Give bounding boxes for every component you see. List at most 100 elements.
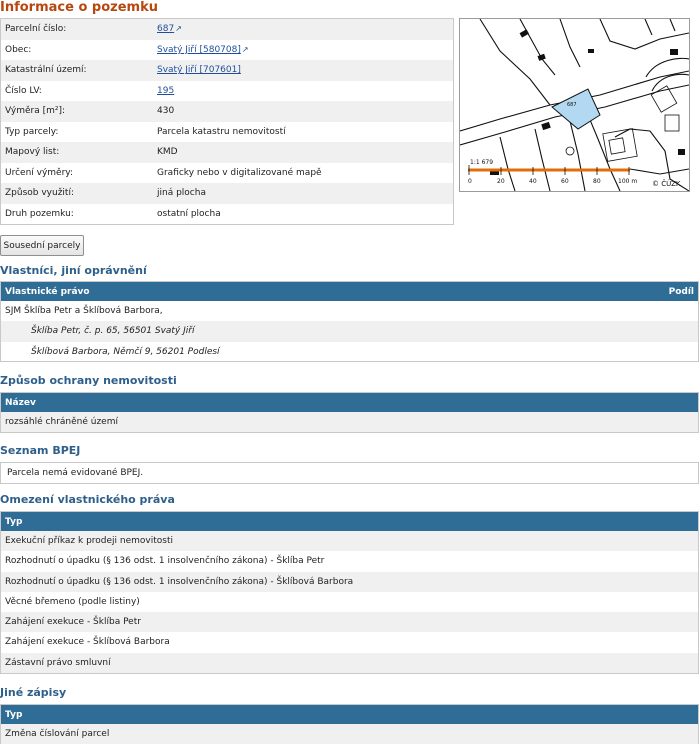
- table-header: Vlastnické právo Podíl: [1, 282, 698, 301]
- column-header-share: Podíl: [668, 286, 694, 297]
- info-label: Mapový list:: [5, 147, 60, 158]
- cadastral-map-thumbnail[interactable]: 687 1:1 679 0 20 40 60 80 100 m © ČÚZK: [459, 18, 690, 192]
- info-value: Parcela katastru nemovitostí: [157, 126, 286, 137]
- page-title: Informace o pozemku: [0, 0, 158, 15]
- restrictions-table: Typ Exekuční příkaz k prodeji nemovitost…: [0, 511, 699, 674]
- table-row: Šklíba Petr, č. p. 65, 56501 Svatý Jiří: [1, 321, 698, 342]
- table-row: Zástavní právo smluvní: [1, 652, 698, 673]
- other-entries-section-title: Jiné zápisy: [0, 686, 67, 699]
- info-row-cadastral-area: Katastrální území: Svatý Jiří [707601]: [1, 60, 453, 81]
- map-boundary-line: [519, 19, 556, 76]
- info-label: Katastrální území:: [5, 65, 87, 76]
- info-label: Druh pozemku:: [5, 208, 74, 219]
- map-scale-ratio: 1:1 679: [470, 159, 493, 166]
- table-row: Rozhodnutí o úpadku (§ 136 odst. 1 insol…: [1, 571, 698, 592]
- map-building: [541, 121, 551, 131]
- info-row-land-type: Druh pozemku: ostatní plocha: [1, 204, 453, 225]
- map-boundary-line: [534, 128, 551, 191]
- table-row: Věcné břemeno (podle listiny): [5, 596, 140, 607]
- info-value: 687↗: [154, 24, 453, 34]
- map-scale-label: 40: [529, 178, 537, 185]
- table-row: rozsáhlé chráněné území: [1, 412, 698, 433]
- municipality-link[interactable]: Svatý Jiří [580708]: [157, 45, 241, 55]
- info-value: 195: [154, 86, 453, 96]
- restrictions-section-title: Omezení vlastnického práva: [0, 493, 175, 506]
- external-link-icon: ↗: [175, 24, 182, 34]
- map-boundary-line: [629, 168, 689, 175]
- table-header: Název: [1, 393, 698, 412]
- info-row-area-determination: Určení výměry: Graficky nebo v digitaliz…: [1, 163, 453, 184]
- map-building: [588, 49, 594, 53]
- other-entries-table: Typ Změna číslování parcel: [0, 704, 699, 744]
- map-parcel-label: 687: [567, 102, 577, 108]
- info-value: ostatní plocha: [157, 208, 221, 219]
- info-value: Svatý Jiří [580708]↗: [154, 45, 453, 55]
- map-boundary-line: [569, 120, 586, 191]
- info-label: Určení výměry:: [5, 167, 74, 178]
- info-value: Graficky nebo v digitalizované mapě: [157, 167, 322, 178]
- table-row: Šklíbová Barbora, Němčí 9, 56201 Podlesí: [31, 346, 220, 357]
- map-parcel-highlight: [551, 88, 601, 130]
- bpej-box: Parcela nemá evidované BPEJ.: [0, 462, 699, 484]
- info-label: Číslo LV:: [5, 85, 42, 96]
- table-row: Exekuční příkaz k prodeji nemovitosti: [1, 531, 698, 552]
- info-row-map-sheet: Mapový list: KMD: [1, 142, 453, 163]
- owners-table: Vlastnické právo Podíl SJM Šklíba Petr a…: [0, 281, 699, 362]
- map-boundary-line: [479, 19, 551, 106]
- map-scale-label: 80: [593, 178, 601, 185]
- bpej-note: Parcela nemá evidované BPEJ.: [7, 467, 144, 478]
- map-boundary-line: [599, 19, 689, 50]
- map-building: [537, 53, 546, 61]
- map-copyright: © ČÚZK: [652, 179, 681, 188]
- info-row-lv-number: Číslo LV: 195: [1, 81, 453, 102]
- table-header: Typ: [1, 705, 698, 724]
- table-row: SJM Šklíba Petr a Šklíbová Barbora,: [5, 306, 163, 317]
- info-value: 430: [157, 106, 175, 117]
- info-label: Typ parcely:: [5, 126, 59, 137]
- column-header-ownership: Vlastnické právo: [5, 286, 90, 297]
- map-scale-label: 0: [468, 178, 472, 185]
- table-row: Zahájení exekuce - Šklíba Petr: [1, 612, 698, 633]
- column-header-name: Název: [5, 397, 36, 408]
- table-row: Rozhodnutí o úpadku (§ 136 odst. 1 insol…: [5, 556, 325, 567]
- map-boundary-line: [644, 19, 653, 36]
- info-row-municipality: Obec: Svatý Jiří [580708]↗: [1, 40, 453, 61]
- external-link-icon: ↗: [241, 44, 249, 54]
- map-building: [519, 29, 529, 38]
- table-row: Změna číslování parcel: [1, 724, 698, 744]
- info-label: Obec:: [5, 44, 32, 55]
- owners-section-title: Vlastníci, jiní oprávnění: [0, 264, 147, 277]
- neighbor-parcels-button[interactable]: Sousední parcely: [0, 235, 84, 256]
- map-building-outline: [608, 137, 626, 155]
- column-header-type: Typ: [5, 709, 23, 720]
- info-label: Parcelní číslo:: [5, 24, 67, 35]
- parcel-info-table: Parcelní číslo: 687↗ Obec: Svatý Jiří [5…: [0, 18, 454, 225]
- parcel-number-link[interactable]: 687: [157, 24, 174, 34]
- map-scale-label: 20: [497, 178, 505, 185]
- cadastral-area-link[interactable]: Svatý Jiří [707601]: [157, 65, 241, 75]
- map-building-outline: [602, 128, 638, 162]
- info-value: KMD: [157, 147, 178, 158]
- map-circle-feature: [565, 146, 575, 156]
- info-label: Výměra [m²]:: [5, 106, 66, 117]
- map-building-outline: [664, 114, 680, 132]
- table-header: Typ: [1, 512, 698, 531]
- info-value: Svatý Jiří [707601]: [154, 65, 453, 75]
- map-boundary-line: [559, 19, 581, 68]
- map-scale-label: 100 m: [618, 178, 637, 185]
- info-row-parcel-type: Typ parcely: Parcela katastru nemovitost…: [1, 122, 453, 143]
- cadastral-map-drawing: 687 1:1 679 0 20 40 60 80 100 m © ČÚZK: [460, 19, 689, 191]
- info-row-land-use: Způsob využití: jiná plocha: [1, 183, 453, 204]
- table-row: Zahájení exekuce - Šklíbová Barbora: [5, 637, 170, 648]
- info-label: Způsob využití:: [5, 188, 74, 199]
- info-row-area: Výměra [m²]: 430: [1, 101, 453, 122]
- lv-number-link[interactable]: 195: [157, 86, 174, 96]
- map-building: [678, 149, 685, 155]
- column-header-type: Typ: [5, 516, 23, 527]
- protection-section-title: Způsob ochrany nemovitosti: [0, 374, 177, 387]
- map-boundary-line: [669, 19, 676, 32]
- bpej-section-title: Seznam BPEJ: [0, 444, 81, 457]
- map-scale-label: 60: [561, 178, 569, 185]
- info-value: jiná plocha: [157, 188, 206, 199]
- protection-table: Název rozsáhlé chráněné území: [0, 392, 699, 433]
